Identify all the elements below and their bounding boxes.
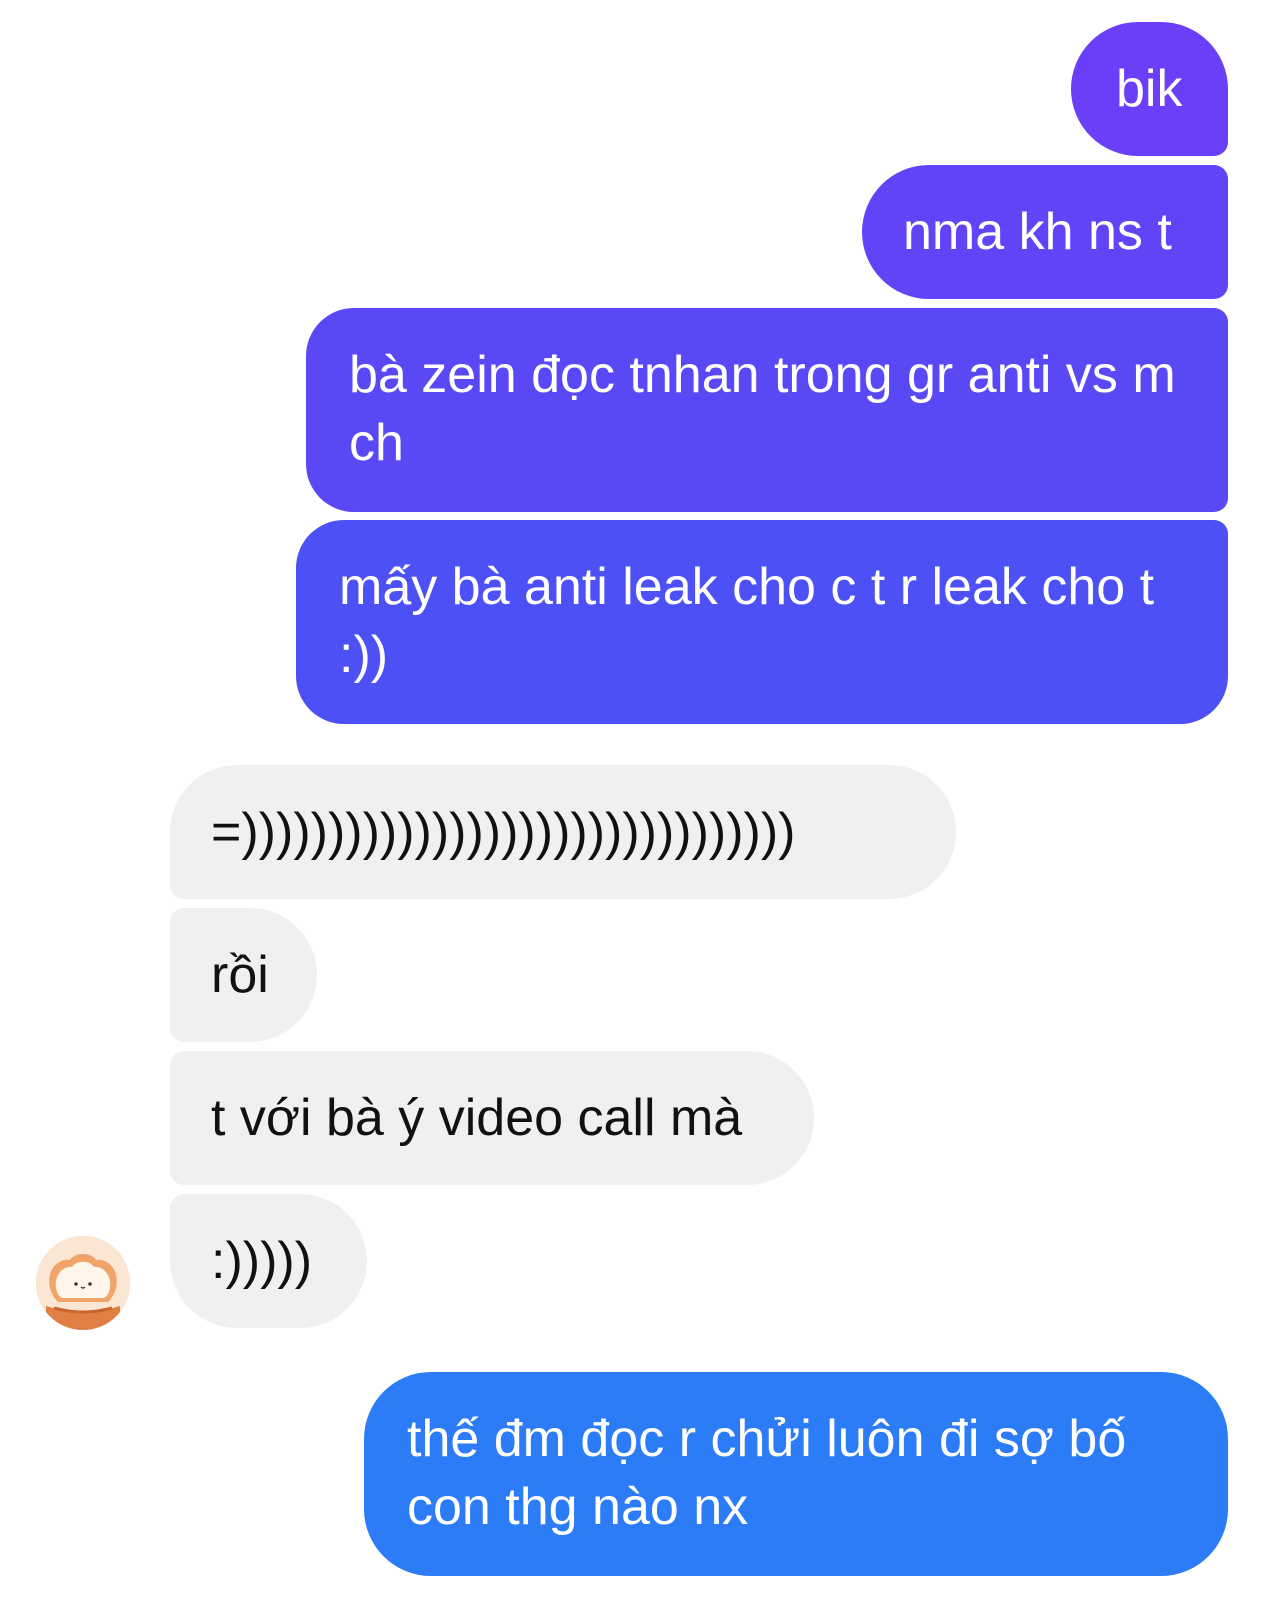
outgoing-message-bubble[interactable]: bik (1071, 22, 1228, 156)
incoming-message-bubble[interactable]: rồi (170, 908, 317, 1042)
contact-avatar[interactable] (36, 1236, 130, 1330)
outgoing-message-bubble[interactable]: nma kh ns t (862, 165, 1228, 299)
bread-bear-avatar-icon (36, 1236, 130, 1330)
incoming-message-bubble[interactable]: =)))))))))))))))))))))))))))))))) (170, 765, 956, 899)
outgoing-message-bubble[interactable]: thế đm đọc r chửi luôn đi sợ bố con thg … (364, 1372, 1228, 1576)
outgoing-message-bubble[interactable]: bà zein đọc tnhan trong gr anti vs m ch (306, 308, 1228, 512)
incoming-message-bubble[interactable]: :))))) (170, 1194, 367, 1328)
outgoing-message-bubble[interactable]: mấy bà anti leak cho c t r leak cho t :)… (296, 520, 1228, 724)
incoming-message-bubble[interactable]: t với bà ý video call mà (170, 1051, 814, 1185)
